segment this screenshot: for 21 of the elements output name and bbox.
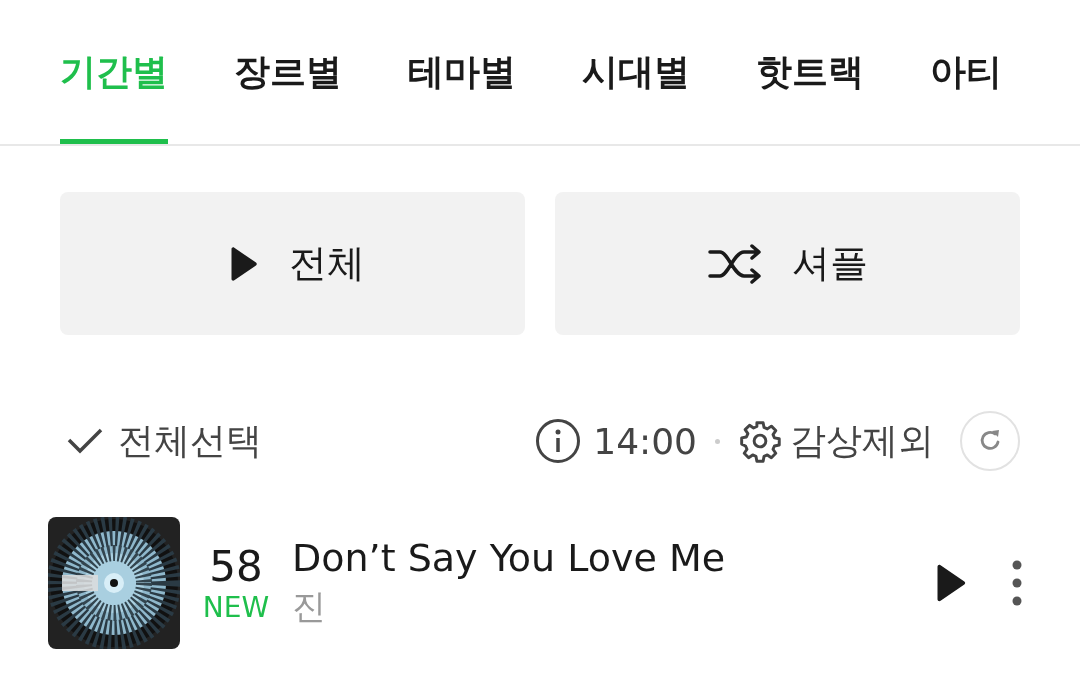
play-all-button[interactable]: 전체 bbox=[60, 192, 525, 335]
category-tab[interactable]: 아티 bbox=[930, 0, 1002, 144]
artist-name: 진 bbox=[292, 585, 327, 628]
settings-icon bbox=[738, 419, 782, 463]
rank-number: 58 bbox=[209, 542, 263, 591]
new-label: NEW bbox=[202, 591, 270, 624]
category-tab[interactable]: 테마별 bbox=[408, 0, 516, 144]
category-tab[interactable]: 핫트랙 bbox=[756, 0, 864, 144]
info-icon bbox=[535, 418, 582, 464]
shuffle-button[interactable]: 셔플 bbox=[555, 192, 1020, 335]
check-icon bbox=[66, 426, 104, 456]
more-icon bbox=[1012, 560, 1022, 606]
select-all-label[interactable]: 전체선택 bbox=[118, 416, 262, 466]
separator-dot bbox=[715, 438, 720, 444]
song-title: Don’t Say You Love Me bbox=[292, 536, 727, 580]
time-label: 14:00 bbox=[593, 420, 697, 462]
refresh-button[interactable] bbox=[960, 411, 1020, 471]
exclude-label[interactable]: 감상제외 bbox=[790, 416, 934, 466]
more-button[interactable] bbox=[1012, 560, 1022, 606]
category-tab[interactable]: 시대별 bbox=[582, 0, 690, 144]
category-tab[interactable]: 장르별 bbox=[234, 0, 342, 144]
